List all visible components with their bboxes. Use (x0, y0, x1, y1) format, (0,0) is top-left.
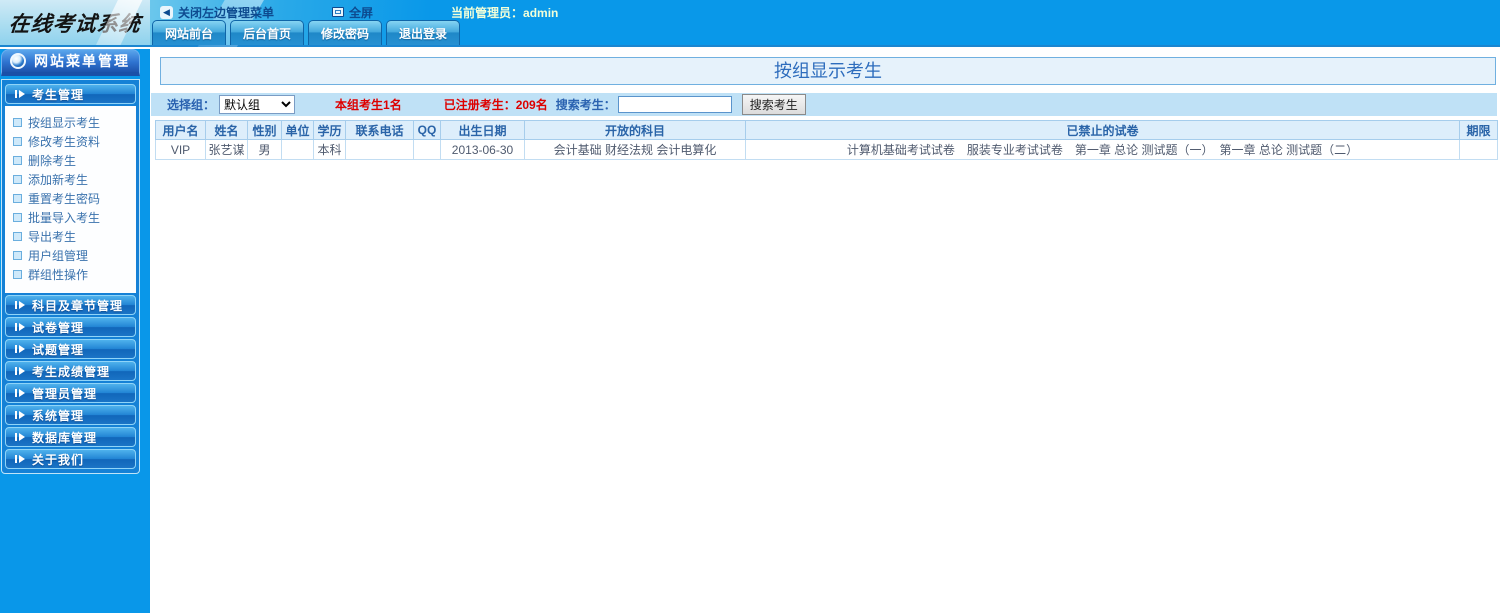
cell-qq (414, 140, 441, 160)
page-icon (13, 118, 22, 127)
main-content: 按组显示考生 选择组： 默认组 本组考生1名 已注册考生：209名 搜索考生： … (150, 49, 1500, 613)
sidebar-item-batch-import[interactable]: 批量导入考生 (13, 208, 132, 227)
play-icon (15, 90, 25, 98)
cell-username: VIP (156, 140, 206, 160)
close-left-menu-button[interactable]: ◀ 关闭左边管理菜单 (160, 4, 274, 21)
sidebar-header-label: 网站菜单管理 (34, 51, 130, 71)
col-name: 姓名 (206, 121, 248, 140)
sidebar-section-database-mgmt[interactable]: 数据库管理 (5, 427, 136, 447)
sphere-icon (10, 53, 26, 69)
page-icon (13, 156, 22, 165)
col-birthdate: 出生日期 (441, 121, 525, 140)
col-gender: 性别 (248, 121, 282, 140)
play-icon (15, 411, 25, 419)
sidebar-menu: 考生管理 按组显示考生 修改考生资料 删除考生 添加新考生 重置考生密码 (1, 79, 140, 474)
sidebar-section-about-us[interactable]: 关于我们 (5, 449, 136, 469)
fullscreen-icon (332, 7, 344, 17)
fullscreen-label: 全屏 (349, 4, 373, 21)
group-count-text: 本组考生1名 (335, 96, 402, 113)
play-icon (15, 433, 25, 441)
tab-change-password[interactable]: 修改密码 (308, 20, 382, 45)
page-icon (13, 175, 22, 184)
play-icon (15, 323, 25, 331)
col-forbidden-papers: 已禁止的试卷 (746, 121, 1460, 140)
top-tabs: 网站前台 后台首页 修改密码 退出登录 (152, 20, 460, 45)
play-icon (15, 345, 25, 353)
close-left-menu-label: 关闭左边管理菜单 (178, 4, 274, 21)
sidebar-header: 网站菜单管理 (1, 49, 140, 76)
cell-deadline (1460, 140, 1498, 160)
sidebar-section-question-mgmt[interactable]: 试题管理 (5, 339, 136, 359)
col-deadline: 期限 (1460, 121, 1498, 140)
page-title: 按组显示考生 (160, 57, 1496, 85)
play-icon (15, 455, 25, 463)
cell-phone (346, 140, 414, 160)
col-education: 学历 (314, 121, 346, 140)
registered-count-text: 已注册考生：209名 (444, 96, 548, 113)
search-input[interactable] (618, 96, 732, 113)
page-icon (13, 251, 22, 260)
search-label: 搜索考生： (556, 96, 616, 113)
sidebar-item-show-by-group[interactable]: 按组显示考生 (13, 113, 132, 132)
examinee-table: 用户名 姓名 性别 单位 学历 联系电话 QQ 出生日期 开放的科目 已禁止的试… (155, 120, 1498, 160)
page-icon (13, 213, 22, 222)
group-select-label: 选择组： (167, 96, 215, 113)
sidebar-section-system-mgmt[interactable]: 系统管理 (5, 405, 136, 425)
sidebar-section-subject-chapter[interactable]: 科目及章节管理 (5, 295, 136, 315)
sidebar-section-score-mgmt[interactable]: 考生成绩管理 (5, 361, 136, 381)
fullscreen-button[interactable]: 全屏 (332, 4, 373, 21)
table-header-row: 用户名 姓名 性别 单位 学历 联系电话 QQ 出生日期 开放的科目 已禁止的试… (156, 121, 1498, 140)
sidebar-section-paper-mgmt[interactable]: 试卷管理 (5, 317, 136, 337)
cell-forbidden-papers: 计算机基础考试试卷 服装专业考试试卷 第一章 总论 测试题（一） 第一章 总论 … (746, 140, 1460, 160)
sidebar-section-examinee-mgmt[interactable]: 考生管理 (5, 84, 136, 104)
cell-open-subjects: 会计基础 财经法规 会计电算化 (525, 140, 746, 160)
page-icon (13, 194, 22, 203)
cell-education: 本科 (314, 140, 346, 160)
sidebar-section-admin-mgmt[interactable]: 管理员管理 (5, 383, 136, 403)
play-icon (15, 367, 25, 375)
sidebar-item-edit-examinee[interactable]: 修改考生资料 (13, 132, 132, 151)
collapse-left-icon: ◀ (160, 6, 173, 19)
sidebar-item-delete-examinee[interactable]: 删除考生 (13, 151, 132, 170)
current-admin-label: 当前管理员：admin (451, 4, 558, 21)
play-icon (15, 389, 25, 397)
cell-gender: 男 (248, 140, 282, 160)
app-logo: 在线考试系统 (0, 0, 150, 45)
sidebar-item-export-examinee[interactable]: 导出考生 (13, 227, 132, 246)
page-icon (13, 232, 22, 241)
col-open-subjects: 开放的科目 (525, 121, 746, 140)
sidebar: 网站菜单管理 考生管理 按组显示考生 修改考生资料 删除考生 添加新考生 (0, 49, 150, 613)
cell-birthdate: 2013-06-30 (441, 140, 525, 160)
cell-unit (282, 140, 314, 160)
cell-name: 张艺谋 (206, 140, 248, 160)
page-icon (13, 137, 22, 146)
filter-bar: 选择组： 默认组 本组考生1名 已注册考生：209名 搜索考生： 搜索考生 (151, 93, 1497, 116)
sidebar-items-panel: 按组显示考生 修改考生资料 删除考生 添加新考生 重置考生密码 批量导入考生 (5, 106, 136, 293)
tab-admin-home[interactable]: 后台首页 (230, 20, 304, 45)
sidebar-item-add-examinee[interactable]: 添加新考生 (13, 170, 132, 189)
sidebar-item-group-operations[interactable]: 群组性操作 (13, 265, 132, 284)
col-qq: QQ (414, 121, 441, 140)
app-logo-text: 在线考试系统 (8, 8, 143, 38)
page-icon (13, 270, 22, 279)
tab-site-front[interactable]: 网站前台 (152, 20, 226, 45)
col-unit: 单位 (282, 121, 314, 140)
top-banner: 在线考试系统 ◀ 关闭左边管理菜单 全屏 当前管理员：admin 网站前台 后台… (0, 0, 1500, 47)
col-username: 用户名 (156, 121, 206, 140)
sidebar-item-reset-password[interactable]: 重置考生密码 (13, 189, 132, 208)
group-select[interactable]: 默认组 (219, 95, 295, 114)
col-phone: 联系电话 (346, 121, 414, 140)
play-icon (15, 301, 25, 309)
sidebar-item-user-group-mgmt[interactable]: 用户组管理 (13, 246, 132, 265)
table-row: VIP 张艺谋 男 本科 2013-06-30 会计基础 财经法规 会计电算化 … (156, 140, 1498, 160)
tab-logout[interactable]: 退出登录 (386, 20, 460, 45)
search-button[interactable]: 搜索考生 (742, 94, 806, 115)
